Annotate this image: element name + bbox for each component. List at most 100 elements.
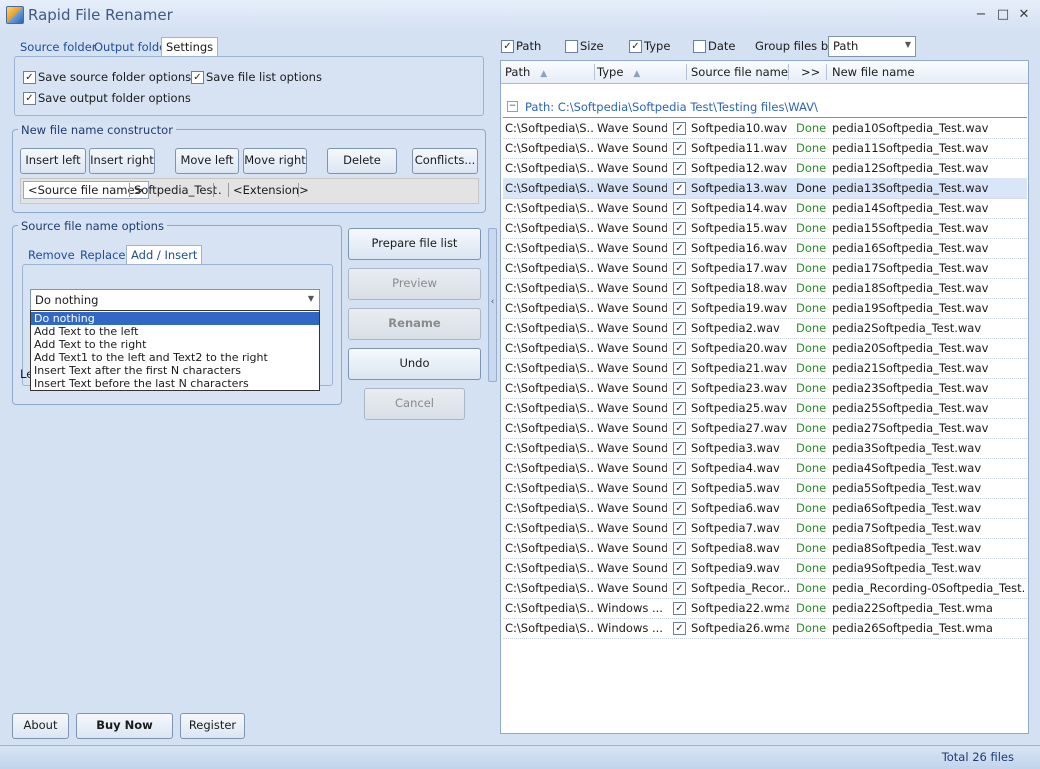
row-checkbox[interactable]: ✓ — [673, 362, 686, 375]
column-path[interactable]: Path ▲ — [505, 61, 547, 83]
row-checkbox[interactable]: ✓ — [673, 402, 686, 415]
filter-type-checkbox[interactable]: ✓ — [629, 40, 642, 53]
row-checkbox[interactable]: ✓ — [673, 482, 686, 495]
tab-settings[interactable]: Settings — [161, 37, 219, 56]
move-right-button[interactable]: Move right — [243, 148, 307, 174]
row-checkbox[interactable]: ✓ — [673, 282, 686, 295]
group-header-row[interactable]: − Path: C:\Softpedia\Softpedia Test\Test… — [503, 97, 1027, 118]
row-checkbox[interactable]: ✓ — [673, 602, 686, 615]
table-row[interactable]: C:\Softpedia\S... Wave Sound ✓ Softpedia3.w… — [503, 438, 1027, 459]
undo-button[interactable]: Undo — [348, 348, 481, 380]
column-divider[interactable] — [788, 64, 789, 80]
token-text[interactable]: Softpedia_Test — [130, 182, 221, 198]
conflicts-button[interactable]: Conflicts... — [412, 148, 478, 174]
row-checkbox[interactable]: ✓ — [673, 122, 686, 135]
row-checkbox[interactable]: ✓ — [673, 342, 686, 355]
row-checkbox[interactable]: ✓ — [673, 302, 686, 315]
rename-button[interactable]: Rename — [348, 308, 481, 340]
table-row[interactable]: C:\Softpedia\S... Wave Sound ✓ Softpedia15.… — [503, 218, 1027, 239]
buy-now-button[interactable]: Buy Now — [76, 713, 173, 739]
table-row[interactable]: C:\Softpedia\S... Windows ... ✓ Softpedia26… — [503, 618, 1027, 639]
table-row[interactable]: C:\Softpedia\S... Wave Sound ✓ Softpedia2.w… — [503, 318, 1027, 339]
row-checkbox[interactable]: ✓ — [673, 502, 686, 515]
collapse-icon[interactable]: − — [507, 101, 518, 112]
tab-remove[interactable]: Remove — [24, 246, 79, 264]
table-row[interactable]: C:\Softpedia\S... Wave Sound ✓ Softpedia7.w… — [503, 518, 1027, 539]
tab-replace[interactable]: Replace — [76, 246, 130, 264]
column-divider[interactable] — [594, 64, 595, 80]
table-row[interactable]: C:\Softpedia\S... Wave Sound ✓ Softpedia23.… — [503, 378, 1027, 399]
row-checkbox[interactable]: ✓ — [673, 142, 686, 155]
option-add-both[interactable]: Add Text1 to the left and Text2 to the r… — [31, 351, 319, 364]
panel-splitter[interactable]: ‹ — [488, 228, 497, 382]
filter-size-checkbox[interactable] — [565, 40, 578, 53]
row-checkbox[interactable]: ✓ — [673, 462, 686, 475]
row-checkbox[interactable]: ✓ — [673, 322, 686, 335]
table-row[interactable]: C:\Softpedia\S... Wave Sound ✓ Softpedia21.… — [503, 358, 1027, 379]
token-dot[interactable]: . — [214, 182, 226, 198]
maximize-button[interactable]: □ — [992, 5, 1014, 25]
table-row[interactable]: C:\Softpedia\S... Wave Sound ✓ Softpedia_Re… — [503, 578, 1027, 599]
table-row[interactable]: C:\Softpedia\S... Wave Sound ✓ Softpedia25.… — [503, 398, 1027, 419]
table-row[interactable]: C:\Softpedia\S... Wave Sound ✓ Softpedia13.… — [503, 178, 1027, 199]
row-checkbox[interactable]: ✓ — [673, 442, 686, 455]
option-add-left[interactable]: Add Text to the left — [31, 325, 319, 338]
preview-button[interactable]: Preview — [348, 268, 481, 300]
table-row[interactable]: C:\Softpedia\S... Wave Sound ✓ Softpedia10.… — [503, 118, 1027, 139]
option-insert-after[interactable]: Insert Text after the first N characters — [31, 364, 319, 377]
row-checkbox[interactable]: ✓ — [673, 382, 686, 395]
table-row[interactable]: C:\Softpedia\S... Wave Sound ✓ Softpedia12.… — [503, 158, 1027, 179]
insert-mode-dropdown[interactable]: Do nothing ▼ — [30, 289, 320, 311]
table-row[interactable]: C:\Softpedia\S... Wave Sound ✓ Softpedia11.… — [503, 138, 1027, 159]
row-checkbox[interactable]: ✓ — [673, 542, 686, 555]
table-row[interactable]: C:\Softpedia\S... Wave Sound ✓ Softpedia17.… — [503, 258, 1027, 279]
filter-path-checkbox[interactable]: ✓ — [501, 40, 514, 53]
table-row[interactable]: C:\Softpedia\S... Wave Sound ✓ Softpedia14.… — [503, 198, 1027, 219]
row-checkbox[interactable]: ✓ — [673, 522, 686, 535]
cancel-button[interactable]: Cancel — [364, 388, 465, 420]
save-output-checkbox[interactable]: ✓ — [23, 92, 36, 105]
option-do-nothing[interactable]: Do nothing — [31, 312, 319, 325]
row-checkbox[interactable]: ✓ — [673, 622, 686, 635]
table-row[interactable]: C:\Softpedia\S... Wave Sound ✓ Softpedia19.… — [503, 298, 1027, 319]
table-row[interactable]: C:\Softpedia\S... Wave Sound ✓ Softpedia4.w… — [503, 458, 1027, 479]
move-left-button[interactable]: Move left — [175, 148, 239, 174]
table-row[interactable]: C:\Softpedia\S... Wave Sound ✓ Softpedia9.w… — [503, 558, 1027, 579]
row-checkbox[interactable]: ✓ — [673, 182, 686, 195]
about-button[interactable]: About — [12, 713, 69, 739]
row-checkbox[interactable]: ✓ — [673, 562, 686, 575]
minimize-button[interactable]: − — [970, 5, 992, 25]
insert-right-button[interactable]: Insert right — [89, 148, 155, 174]
row-checkbox[interactable]: ✓ — [673, 162, 686, 175]
table-row[interactable]: C:\Softpedia\S... Wave Sound ✓ Softpedia27.… — [503, 418, 1027, 439]
register-button[interactable]: Register — [180, 713, 245, 739]
row-checkbox[interactable]: ✓ — [673, 202, 686, 215]
column-new-name[interactable]: New file name — [832, 61, 915, 83]
tab-add-insert[interactable]: Add / Insert — [126, 245, 203, 264]
table-row[interactable]: C:\Softpedia\S... Windows ... ✓ Softpedia22… — [503, 598, 1027, 619]
table-row[interactable]: C:\Softpedia\S... Wave Sound ✓ Softpedia18.… — [503, 278, 1027, 299]
column-type[interactable]: Type ▲ — [597, 61, 640, 83]
option-add-right[interactable]: Add Text to the right — [31, 338, 319, 351]
table-row[interactable]: C:\Softpedia\S... Wave Sound ✓ Softpedia16.… — [503, 238, 1027, 259]
option-insert-before[interactable]: Insert Text before the last N characters — [31, 377, 319, 390]
row-checkbox[interactable]: ✓ — [673, 262, 686, 275]
save-source-checkbox[interactable]: ✓ — [23, 71, 36, 84]
table-row[interactable]: C:\Softpedia\S... Wave Sound ✓ Softpedia5.w… — [503, 478, 1027, 499]
row-checkbox[interactable]: ✓ — [673, 422, 686, 435]
table-row[interactable]: C:\Softpedia\S... Wave Sound ✓ Softpedia8.w… — [503, 538, 1027, 559]
delete-button[interactable]: Delete — [327, 148, 397, 174]
column-divider[interactable] — [686, 64, 687, 80]
insert-left-button[interactable]: Insert left — [20, 148, 86, 174]
token-extension[interactable]: <Extension> — [229, 182, 313, 198]
row-checkbox[interactable]: ✓ — [673, 242, 686, 255]
group-by-dropdown[interactable]: Path ▼ — [828, 36, 916, 57]
column-source[interactable]: Source file name — [691, 61, 788, 83]
table-row[interactable]: C:\Softpedia\S... Wave Sound ✓ Softpedia6.w… — [503, 498, 1027, 519]
table-row[interactable]: C:\Softpedia\S... Wave Sound ✓ Softpedia20.… — [503, 338, 1027, 359]
filter-date-checkbox[interactable] — [693, 40, 706, 53]
save-filelist-checkbox[interactable]: ✓ — [191, 71, 204, 84]
row-checkbox[interactable]: ✓ — [673, 582, 686, 595]
close-button[interactable]: ✕ — [1013, 5, 1035, 25]
row-checkbox[interactable]: ✓ — [673, 222, 686, 235]
